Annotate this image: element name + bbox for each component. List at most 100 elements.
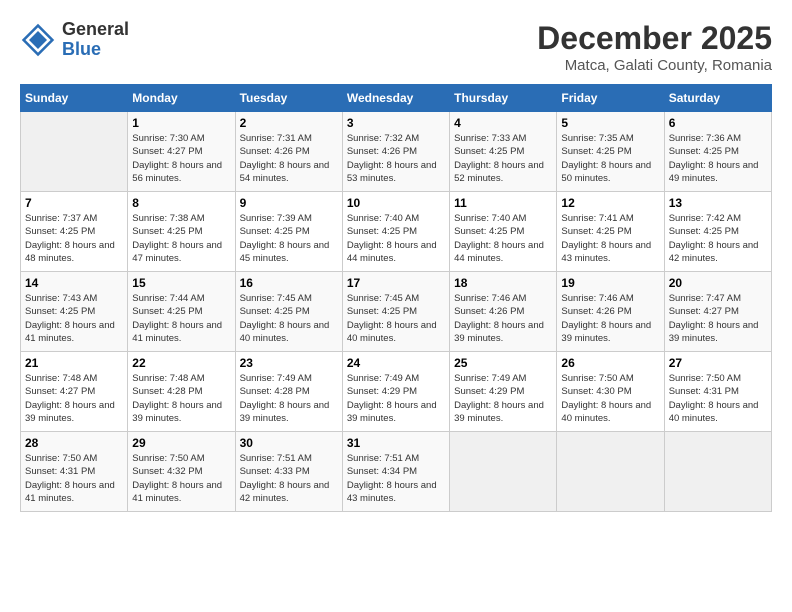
day-number: 2 <box>240 116 338 130</box>
day-info: Sunrise: 7:31 AMSunset: 4:26 PMDaylight:… <box>240 132 338 185</box>
day-info: Sunrise: 7:50 AMSunset: 4:32 PMDaylight:… <box>132 452 230 505</box>
day-number: 29 <box>132 436 230 450</box>
calendar-cell <box>450 432 557 512</box>
calendar-cell: 31Sunrise: 7:51 AMSunset: 4:34 PMDayligh… <box>342 432 449 512</box>
main-title: December 2025 <box>537 20 772 57</box>
day-info: Sunrise: 7:39 AMSunset: 4:25 PMDaylight:… <box>240 212 338 265</box>
day-number: 23 <box>240 356 338 370</box>
calendar-cell: 29 Sunrise: 7:50 AMSunset: 4:32 PMDayligh… <box>128 432 235 512</box>
week-row-1: 1 Sunrise: 7:30 AMSunset: 4:27 PMDaylight… <box>21 112 772 192</box>
calendar-cell: 3Sunrise: 7:32 AMSunset: 4:26 PMDaylight… <box>342 112 449 192</box>
day-info: Sunrise: 7:33 AMSunset: 4:25 PMDaylight:… <box>454 132 552 185</box>
day-number: 14 <box>25 276 123 290</box>
day-number: 15 <box>132 276 230 290</box>
calendar-cell: 30 Sunrise: 7:51 AMSunset: 4:33 PMDayligh… <box>235 432 342 512</box>
calendar-cell: 11 Sunrise: 7:40 AMSunset: 4:25 PMDayligh… <box>450 192 557 272</box>
day-info: Sunrise: 7:50 AMSunset: 4:31 PMDaylight:… <box>25 452 123 505</box>
calendar-cell: 4 Sunrise: 7:33 AMSunset: 4:25 PMDaylight… <box>450 112 557 192</box>
header-day-saturday: Saturday <box>664 85 771 112</box>
calendar-cell: 2 Sunrise: 7:31 AMSunset: 4:26 PMDaylight… <box>235 112 342 192</box>
day-number: 8 <box>132 196 230 210</box>
day-number: 20 <box>669 276 767 290</box>
day-info: Sunrise: 7:46 AMSunset: 4:26 PMDaylight:… <box>454 292 552 345</box>
calendar-cell: 7 Sunrise: 7:37 AMSunset: 4:25 PMDaylight… <box>21 192 128 272</box>
day-number: 9 <box>240 196 338 210</box>
week-row-5: 28 Sunrise: 7:50 AMSunset: 4:31 PMDayligh… <box>21 432 772 512</box>
header-day-sunday: Sunday <box>21 85 128 112</box>
day-info: Sunrise: 7:50 AMSunset: 4:30 PMDaylight:… <box>561 372 659 425</box>
day-number: 27 <box>669 356 767 370</box>
day-number: 13 <box>669 196 767 210</box>
calendar-cell: 24 Sunrise: 7:49 AMSunset: 4:29 PMDayligh… <box>342 352 449 432</box>
page-header: General Blue December 2025 Matca, Galati… <box>20 20 772 74</box>
day-info: Sunrise: 7:49 AMSunset: 4:29 PMDaylight:… <box>347 372 445 425</box>
day-number: 12 <box>561 196 659 210</box>
calendar-cell <box>664 432 771 512</box>
day-info: Sunrise: 7:49 AMSunset: 4:29 PMDaylight:… <box>454 372 552 425</box>
week-row-3: 14 Sunrise: 7:43 AMSunset: 4:25 PMDayligh… <box>21 272 772 352</box>
calendar-cell: 17Sunrise: 7:45 AMSunset: 4:25 PMDayligh… <box>342 272 449 352</box>
day-number: 10 <box>347 196 445 210</box>
week-row-2: 7 Sunrise: 7:37 AMSunset: 4:25 PMDaylight… <box>21 192 772 272</box>
header-day-tuesday: Tuesday <box>235 85 342 112</box>
calendar-header: SundayMondayTuesdayWednesdayThursdayFrid… <box>21 85 772 112</box>
day-number: 25 <box>454 356 552 370</box>
logo-general: General <box>62 20 129 40</box>
day-info: Sunrise: 7:37 AMSunset: 4:25 PMDaylight:… <box>25 212 123 265</box>
day-info: Sunrise: 7:49 AMSunset: 4:28 PMDaylight:… <box>240 372 338 425</box>
calendar-cell: 14 Sunrise: 7:43 AMSunset: 4:25 PMDayligh… <box>21 272 128 352</box>
day-number: 19 <box>561 276 659 290</box>
day-info: Sunrise: 7:32 AMSunset: 4:26 PMDaylight:… <box>347 132 445 185</box>
day-info: Sunrise: 7:48 AMSunset: 4:28 PMDaylight:… <box>132 372 230 425</box>
calendar-cell: 23 Sunrise: 7:49 AMSunset: 4:28 PMDayligh… <box>235 352 342 432</box>
header-day-thursday: Thursday <box>450 85 557 112</box>
day-info: Sunrise: 7:40 AMSunset: 4:25 PMDaylight:… <box>454 212 552 265</box>
day-number: 7 <box>25 196 123 210</box>
calendar-cell: 25 Sunrise: 7:49 AMSunset: 4:29 PMDayligh… <box>450 352 557 432</box>
day-info: Sunrise: 7:51 AMSunset: 4:33 PMDaylight:… <box>240 452 338 505</box>
logo-text: General Blue <box>62 20 129 60</box>
logo-blue: Blue <box>62 40 129 60</box>
day-info: Sunrise: 7:46 AMSunset: 4:26 PMDaylight:… <box>561 292 659 345</box>
day-info: Sunrise: 7:30 AMSunset: 4:27 PMDaylight:… <box>132 132 230 185</box>
day-number: 26 <box>561 356 659 370</box>
calendar-cell: 21Sunrise: 7:48 AMSunset: 4:27 PMDayligh… <box>21 352 128 432</box>
day-number: 1 <box>132 116 230 130</box>
day-info: Sunrise: 7:43 AMSunset: 4:25 PMDaylight:… <box>25 292 123 345</box>
calendar-cell: 8 Sunrise: 7:38 AMSunset: 4:25 PMDaylight… <box>128 192 235 272</box>
calendar-cell: 20 Sunrise: 7:47 AMSunset: 4:27 PMDayligh… <box>664 272 771 352</box>
day-info: Sunrise: 7:50 AMSunset: 4:31 PMDaylight:… <box>669 372 767 425</box>
header-day-friday: Friday <box>557 85 664 112</box>
calendar-body: 1 Sunrise: 7:30 AMSunset: 4:27 PMDaylight… <box>21 112 772 512</box>
calendar-cell: 28 Sunrise: 7:50 AMSunset: 4:31 PMDayligh… <box>21 432 128 512</box>
day-info: Sunrise: 7:41 AMSunset: 4:25 PMDaylight:… <box>561 212 659 265</box>
calendar-cell: 9 Sunrise: 7:39 AMSunset: 4:25 PMDaylight… <box>235 192 342 272</box>
day-number: 30 <box>240 436 338 450</box>
calendar-cell: 18Sunrise: 7:46 AMSunset: 4:26 PMDayligh… <box>450 272 557 352</box>
day-number: 28 <box>25 436 123 450</box>
calendar-cell: 19 Sunrise: 7:46 AMSunset: 4:26 PMDayligh… <box>557 272 664 352</box>
calendar-cell <box>557 432 664 512</box>
day-info: Sunrise: 7:47 AMSunset: 4:27 PMDaylight:… <box>669 292 767 345</box>
calendar-cell: 6Sunrise: 7:36 AMSunset: 4:25 PMDaylight… <box>664 112 771 192</box>
day-info: Sunrise: 7:35 AMSunset: 4:25 PMDaylight:… <box>561 132 659 185</box>
day-number: 6 <box>669 116 767 130</box>
day-number: 24 <box>347 356 445 370</box>
calendar-cell: 1 Sunrise: 7:30 AMSunset: 4:27 PMDaylight… <box>128 112 235 192</box>
day-info: Sunrise: 7:45 AMSunset: 4:25 PMDaylight:… <box>240 292 338 345</box>
day-info: Sunrise: 7:42 AMSunset: 4:25 PMDaylight:… <box>669 212 767 265</box>
calendar-table: SundayMondayTuesdayWednesdayThursdayFrid… <box>20 84 772 512</box>
day-number: 16 <box>240 276 338 290</box>
day-number: 22 <box>132 356 230 370</box>
day-number: 31 <box>347 436 445 450</box>
calendar-cell: 12 Sunrise: 7:41 AMSunset: 4:25 PMDayligh… <box>557 192 664 272</box>
calendar-cell: 27 Sunrise: 7:50 AMSunset: 4:31 PMDayligh… <box>664 352 771 432</box>
subtitle: Matca, Galati County, Romania <box>537 57 772 74</box>
day-number: 4 <box>454 116 552 130</box>
calendar-cell: 13 Sunrise: 7:42 AMSunset: 4:25 PMDayligh… <box>664 192 771 272</box>
header-row: SundayMondayTuesdayWednesdayThursdayFrid… <box>21 85 772 112</box>
day-info: Sunrise: 7:38 AMSunset: 4:25 PMDaylight:… <box>132 212 230 265</box>
day-number: 11 <box>454 196 552 210</box>
day-info: Sunrise: 7:44 AMSunset: 4:25 PMDaylight:… <box>132 292 230 345</box>
header-day-monday: Monday <box>128 85 235 112</box>
